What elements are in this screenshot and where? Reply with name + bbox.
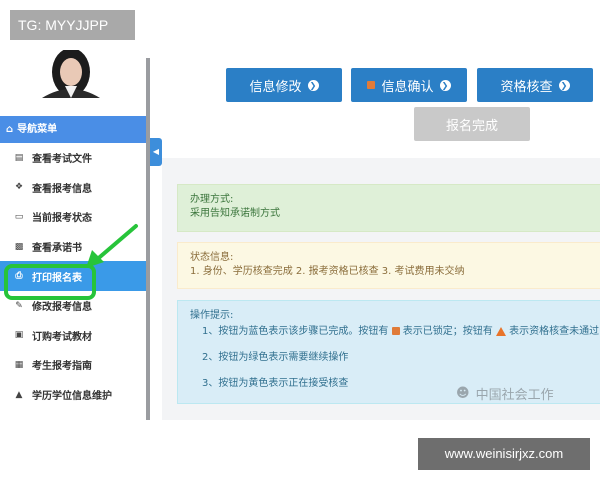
status-title: 状态信息: [190,252,234,263]
tips-title: 操作提示: [190,310,234,321]
sidebar-divider [146,58,150,420]
sidebar-item-exam-files[interactable]: ▤ 查看考试文件 [0,143,146,173]
sidebar-item-label: 查看考试文件 [32,154,92,166]
sidebar-item-exam-info[interactable]: ❖ 查看报考信息 [0,173,146,203]
registration-complete-label: 报名完成 [445,118,498,134]
wechat-watermark-label: 中国社会工作 [475,388,554,403]
avatar [32,50,110,98]
card-icon: ▩ [14,241,24,252]
tip-1-part-a: 1、按钮为蓝色表示该步骤已完成。按钮有 [202,326,389,337]
tip-1-part-c: 表示资格核查未通过， [509,326,600,337]
qualification-check-button[interactable]: 资格核查 ❯ [477,68,593,102]
tip-1: 1、按钮为蓝色表示该步骤已完成。按钮有 表示已锁定；按钮有 表示资格核查未通过， [202,325,600,339]
warning-icon [495,326,506,336]
modify-info-label: 信息修改 [249,79,302,95]
chevron-right-icon: ❯ [439,79,451,91]
sidebar-item-label: 订购考试教材 [32,331,92,343]
book-icon: ▦ [14,359,24,370]
method-panel: 办理方式: 采用告知承诺制方式 [177,184,600,232]
chevron-right-icon: ❯ [307,79,319,91]
nav-header: ⌂ 导航菜单 [0,116,146,143]
top-watermark: TG: MYYJJPP [10,10,135,40]
monitor-icon: ▭ [14,211,24,222]
lock-icon [367,81,376,89]
sidebar-item-label: 查看承诺书 [32,243,82,255]
status-text: 1. 身份、学历核查完成 2. 报考资格已核查 3. 考试费用未交纳 [190,266,465,277]
sidebar-item-label: 查看报考信息 [32,183,92,195]
sidebar-item-label: 学历学位信息维护 [32,391,112,403]
cart-icon: ▣ [14,330,24,341]
wechat-watermark: ☻ 中国社会工作 [456,384,554,403]
chevron-right-icon: ❯ [558,79,570,91]
confirm-info-label: 信息确认 [381,79,434,95]
confirm-info-button[interactable]: 信息确认 ❯ [351,68,467,102]
sidebar-item-label: 修改报考信息 [32,302,92,314]
sidebar-item-label: 考生报考指南 [32,361,92,373]
status-panel: 状态信息: 1. 身份、学历核查完成 2. 报考资格已核查 3. 考试费用未交纳 [177,242,600,289]
sidebar-item-degree-info[interactable]: ▲ 学历学位信息维护 [0,380,146,410]
info-icon: ❖ [14,182,24,193]
modify-info-button[interactable]: 信息修改 ❯ [226,68,342,102]
pointer-arrow-icon [86,224,138,268]
graduation-cap-icon: ▲ [15,389,23,400]
wechat-icon: ☻ [456,386,470,401]
home-icon: ⌂ [6,124,14,135]
bottom-watermark: www.weinisirjxz.com [418,438,590,470]
tip-1-part-b: 表示已锁定；按钮有 [402,326,493,337]
nav-header-label: 导航菜单 [17,124,58,135]
qualification-check-label: 资格核查 [500,79,553,95]
file-icon: ▤ [14,152,24,163]
collapse-sidebar-button[interactable]: ◀ [150,138,162,166]
registration-complete-button[interactable]: 报名完成 [414,107,530,141]
tip-2: 2、按钮为绿色表示需要继续操作 [202,352,349,363]
edit-icon: ✎ [15,300,23,311]
sidebar-item-guide[interactable]: ▦ 考生报考指南 [0,350,146,380]
method-text: 采用告知承诺制方式 [190,208,280,219]
sidebar-item-order-textbooks[interactable]: ▣ 订购考试教材 [0,321,146,351]
lock-icon [391,327,400,335]
method-title: 办理方式: [190,194,234,205]
